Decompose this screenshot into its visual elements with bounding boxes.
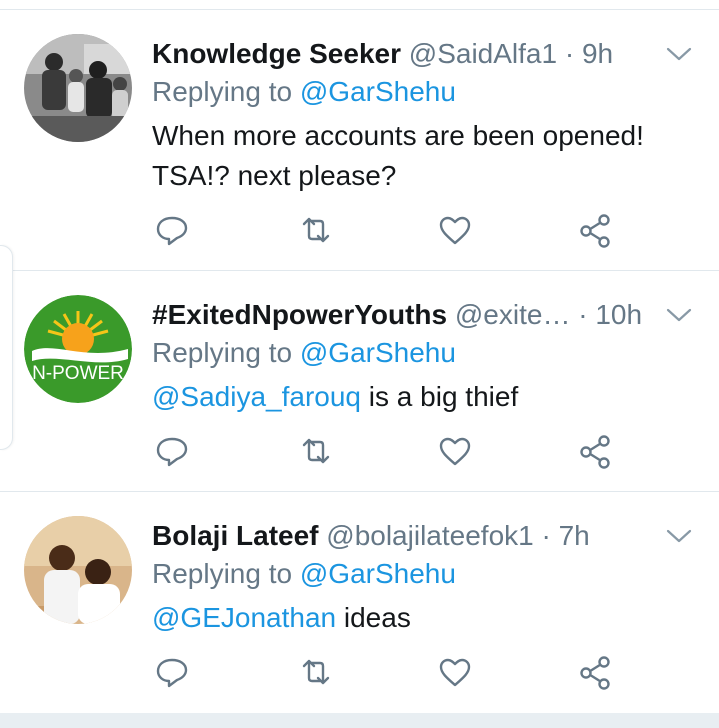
user-handle[interactable]: @bolajilateefok1: [326, 520, 533, 551]
reply-icon: [156, 658, 188, 688]
timestamp[interactable]: 7h: [559, 520, 590, 551]
chevron-down-icon[interactable]: [663, 301, 695, 329]
reply-button[interactable]: [150, 650, 194, 694]
replying-to: Replying to @GarShehu: [152, 72, 456, 112]
share-button[interactable]: [573, 650, 617, 694]
tweet-text: When more accounts are been opened! TSA!…: [152, 116, 699, 196]
tweet-header: #ExitedNpowerYouths @exite… · 10h: [152, 295, 695, 335]
chevron-down-icon[interactable]: [663, 40, 695, 68]
bottom-band: [0, 713, 719, 728]
tweet-actions: [0, 429, 719, 473]
heart-icon: [439, 658, 471, 687]
mention-link[interactable]: @GEJonathan: [152, 602, 336, 633]
separator-dot: ·: [578, 299, 588, 330]
display-name[interactable]: #ExitedNpowerYouths: [152, 299, 447, 330]
avatar-logo-text: N-POWER: [32, 363, 124, 384]
tweet-3[interactable]: Bolaji Lateef @bolajilateefok1 · 7h Repl…: [0, 492, 719, 714]
tweet-text-segment: is a big thief: [368, 381, 519, 412]
like-button[interactable]: [433, 650, 477, 694]
separator-dot: ·: [541, 520, 551, 551]
like-button[interactable]: [433, 429, 477, 473]
two-men-photo-icon: [24, 516, 132, 624]
share-button[interactable]: [573, 429, 617, 473]
tweet-text-line: When more accounts are been opened!: [152, 120, 644, 151]
user-handle[interactable]: @exite…: [455, 299, 571, 330]
display-name[interactable]: Knowledge Seeker: [152, 38, 401, 69]
replying-label: Replying to: [152, 337, 293, 368]
like-button[interactable]: [433, 208, 477, 252]
side-panel-edge: [0, 245, 13, 450]
tweet-header: Bolaji Lateef @bolajilateefok1 · 7h: [152, 516, 695, 556]
tweet-text-line: @Sadiya_farouq is a big thief: [152, 377, 699, 417]
tweet-text-line: TSA!? next please?: [152, 160, 397, 191]
retweet-button[interactable]: [294, 429, 338, 473]
replying-mention-link[interactable]: @GarShehu: [300, 76, 456, 107]
tweet-2[interactable]: N-POWER #ExitedNpowerYouths @exite… · 10…: [0, 271, 719, 491]
tweet-text-line: @GEJonathan ideas: [152, 598, 699, 638]
reply-icon: [156, 437, 188, 467]
family-photo-icon: [24, 34, 132, 142]
retweet-button[interactable]: [294, 650, 338, 694]
avatar[interactable]: N-POWER: [24, 295, 132, 403]
share-icon: [580, 656, 610, 690]
share-icon: [580, 214, 610, 248]
tweet-text-segment: ideas: [343, 602, 411, 633]
retweet-button[interactable]: [294, 208, 338, 252]
retweet-icon: [302, 438, 330, 464]
tweet-header: Knowledge Seeker @SaidAlfa1 · 9h: [152, 34, 695, 74]
reply-button[interactable]: [150, 429, 194, 473]
mention-link[interactable]: @Sadiya_farouq: [152, 381, 361, 412]
tweet-actions: [0, 208, 719, 252]
reply-icon: [156, 216, 188, 246]
replying-label: Replying to: [152, 558, 293, 589]
tweet-text: @Sadiya_farouq is a big thief: [152, 377, 699, 417]
chevron-down-icon[interactable]: [663, 522, 695, 550]
heart-icon: [439, 437, 471, 466]
timestamp[interactable]: 9h: [582, 38, 613, 69]
replying-label: Replying to: [152, 76, 293, 107]
tweet-text: @GEJonathan ideas: [152, 598, 699, 638]
npower-logo-icon: N-POWER: [24, 295, 132, 403]
timestamp[interactable]: 10h: [595, 299, 642, 330]
avatar[interactable]: [24, 516, 132, 624]
display-name[interactable]: Bolaji Lateef: [152, 520, 318, 551]
share-icon: [580, 435, 610, 469]
tweet-1[interactable]: Knowledge Seeker @SaidAlfa1 · 9h Replyin…: [0, 10, 719, 270]
share-button[interactable]: [573, 208, 617, 252]
replying-mention-link[interactable]: @GarShehu: [300, 337, 456, 368]
user-handle[interactable]: @SaidAlfa1: [409, 38, 557, 69]
avatar[interactable]: [24, 34, 132, 142]
tweet-actions: [0, 650, 719, 694]
replying-to: Replying to @GarShehu: [152, 333, 456, 373]
heart-icon: [439, 216, 471, 245]
separator-dot: ·: [564, 38, 575, 69]
replying-to: Replying to @GarShehu: [152, 554, 456, 594]
replying-mention-link[interactable]: @GarShehu: [300, 558, 456, 589]
reply-button[interactable]: [150, 208, 194, 252]
retweet-icon: [302, 217, 330, 243]
retweet-icon: [302, 659, 330, 685]
